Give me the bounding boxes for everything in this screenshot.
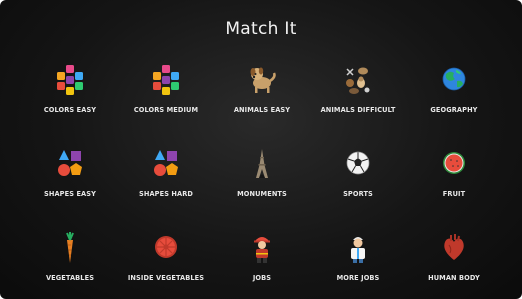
category-human-body[interactable]: HUMAN BODY xyxy=(406,223,502,299)
category-label: JOBS xyxy=(252,274,272,282)
category-jobs[interactable]: JOBS xyxy=(214,223,310,299)
soccer-ball-icon xyxy=(346,151,370,175)
doctor-icon xyxy=(351,237,365,263)
category-label: FRUIT xyxy=(442,190,466,198)
firefighter-icon xyxy=(254,237,270,263)
carrot-icon xyxy=(66,232,74,263)
animals-icon xyxy=(346,67,370,94)
category-label: VEGETABLES xyxy=(45,274,95,282)
category-animals-easy[interactable]: ANIMALS EASY xyxy=(214,55,310,139)
category-label: SHAPES HARD xyxy=(138,190,194,198)
color-blocks-icon xyxy=(153,65,179,95)
category-more-jobs[interactable]: MORE JOBS xyxy=(310,223,406,299)
tomato-slice-icon xyxy=(155,236,177,258)
category-sports[interactable]: SPORTS xyxy=(310,139,406,223)
category-label: COLORS MEDIUM xyxy=(133,106,199,114)
heart-icon xyxy=(444,234,464,260)
category-monuments[interactable]: MONUMENTS xyxy=(214,139,310,223)
color-blocks-icon xyxy=(57,65,83,95)
category-label: SHAPES EASY xyxy=(44,190,96,198)
category-inside-vegetables[interactable]: INSIDE VEGETABLES xyxy=(118,223,214,299)
game-screen: Match It COLORS EASY COLORS MEDIUM ANIMA… xyxy=(0,0,522,299)
category-label: HUMAN BODY xyxy=(428,274,480,282)
category-fruit[interactable]: FRUIT xyxy=(406,139,502,223)
category-shapes-easy[interactable]: SHAPES EASY xyxy=(22,139,118,223)
globe-icon xyxy=(442,67,466,91)
category-geography[interactable]: GEOGRAPHY xyxy=(406,55,502,139)
dog-icon xyxy=(250,67,276,93)
category-label: MONUMENTS xyxy=(237,190,287,198)
category-label: ANIMALS DIFFICULT xyxy=(320,106,396,114)
category-colors-medium[interactable]: COLORS MEDIUM xyxy=(118,55,214,139)
category-label: INSIDE VEGETABLES xyxy=(127,274,205,282)
category-vegetables[interactable]: VEGETABLES xyxy=(22,223,118,299)
shapes-icon xyxy=(58,150,82,176)
category-colors-easy[interactable]: COLORS EASY xyxy=(22,55,118,139)
category-label: COLORS EASY xyxy=(43,106,97,114)
watermelon-icon xyxy=(443,152,465,174)
shapes-icon xyxy=(154,150,178,176)
category-label: MORE JOBS xyxy=(336,274,380,282)
eiffel-tower-icon xyxy=(256,149,268,178)
category-shapes-hard[interactable]: SHAPES HARD xyxy=(118,139,214,223)
category-label: ANIMALS EASY xyxy=(233,106,291,114)
category-grid: COLORS EASY COLORS MEDIUM ANIMALS EASY A… xyxy=(22,55,502,299)
category-label: GEOGRAPHY xyxy=(430,106,478,114)
page-title: Match It xyxy=(225,19,297,39)
category-animals-difficult[interactable]: ANIMALS DIFFICULT xyxy=(310,55,406,139)
category-label: SPORTS xyxy=(343,190,373,198)
